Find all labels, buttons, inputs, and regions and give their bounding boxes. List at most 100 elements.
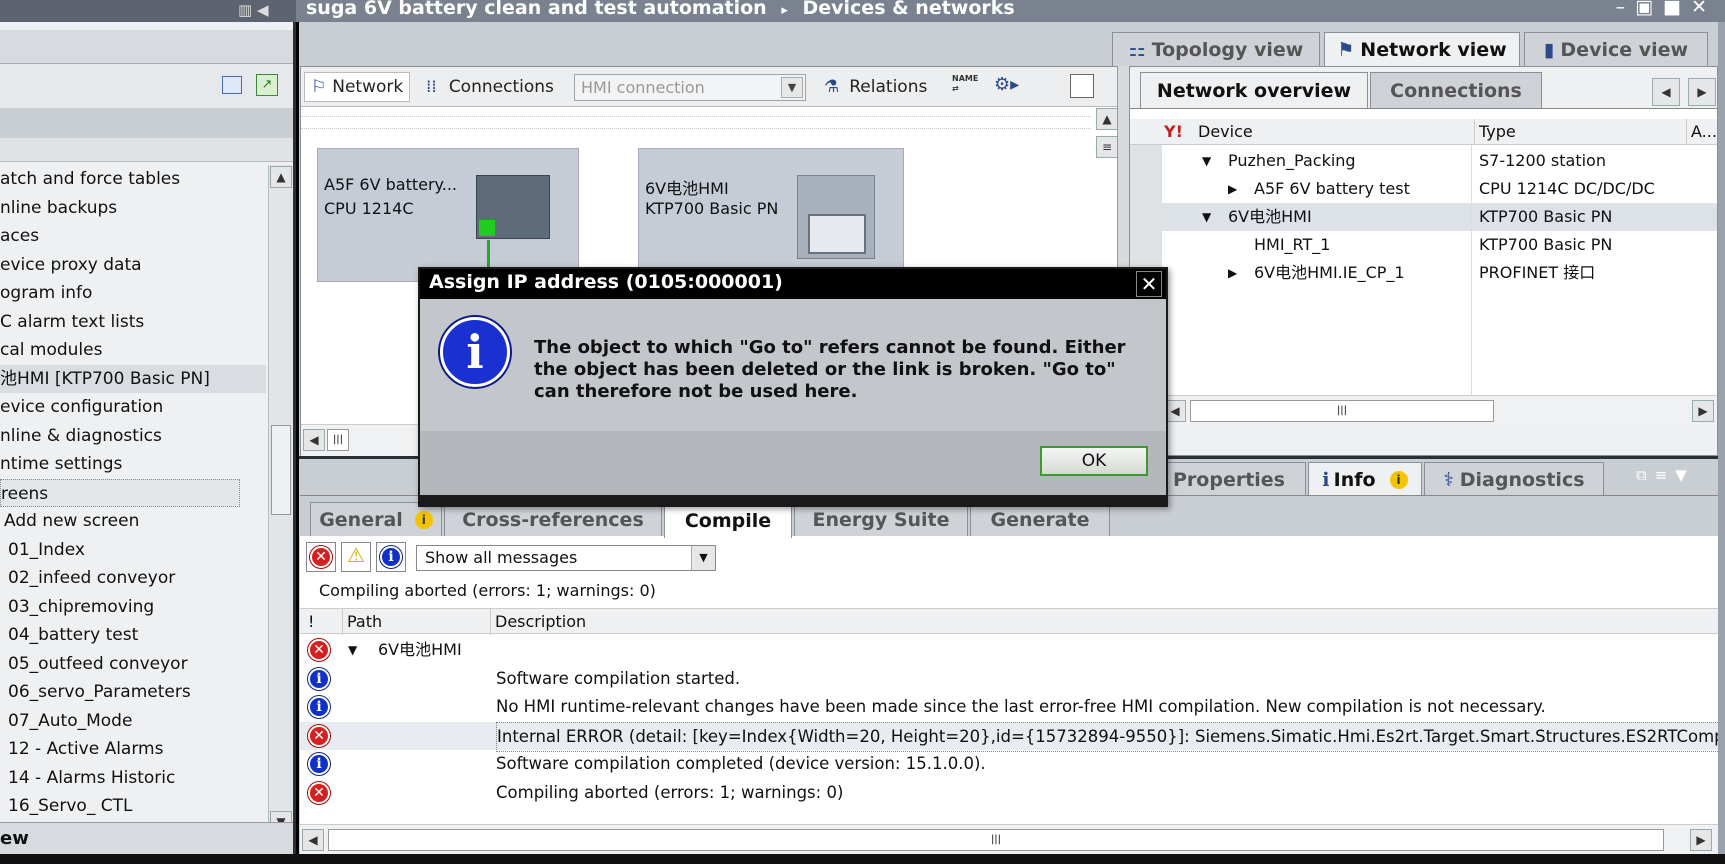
- messages-scroll-right-icon[interactable]: ▶: [1690, 829, 1712, 851]
- plc-device-box[interactable]: A5F 6V battery... CPU 1214C: [317, 148, 579, 282]
- tab-general[interactable]: General i: [310, 502, 442, 536]
- tree-item-screens[interactable]: reens: [0, 478, 240, 507]
- message-row[interactable]: i No HMI runtime-relevant changes have b…: [300, 693, 1720, 721]
- tab-overview-connections[interactable]: Connections: [1370, 72, 1542, 108]
- col-path[interactable]: Path: [342, 609, 382, 635]
- messages-hscroll[interactable]: ◀ ||| ▶: [300, 824, 1718, 854]
- overview-row[interactable]: HMI_RT_1 KTP700 Basic PN: [1162, 231, 1717, 259]
- tab-cross-references[interactable]: Cross-references: [444, 502, 662, 536]
- tree-footer[interactable]: ew: [0, 822, 293, 854]
- maximize-icon[interactable]: ■: [1663, 0, 1691, 18]
- message-row[interactable]: ✕ ▼ 6V电池HMI: [300, 636, 1720, 664]
- export-icon[interactable]: ↗: [256, 74, 278, 96]
- message-filter-select[interactable]: Show all messages ▼: [416, 545, 716, 571]
- tab-info[interactable]: ℹ Info i: [1308, 462, 1422, 496]
- close-window-icon[interactable]: ✕: [1691, 0, 1717, 18]
- scroll-up-icon[interactable]: ▲: [270, 166, 292, 188]
- canvas-overview-icon[interactable]: ≡: [1096, 136, 1118, 158]
- minimize-icon[interactable]: –: [1616, 0, 1636, 18]
- tree-item[interactable]: ogram info: [0, 279, 240, 307]
- tree-item-screen[interactable]: 04_battery test: [0, 621, 240, 649]
- hmi-device-box[interactable]: 6V电池HMI KTP700 Basic PN: [638, 148, 904, 282]
- expand-arrow-icon[interactable]: ▼: [1202, 203, 1211, 231]
- tab-network-overview[interactable]: Network overview: [1140, 72, 1368, 108]
- overview-tab-next-icon[interactable]: ▶: [1688, 78, 1716, 106]
- expand-arrow-icon[interactable]: ▼: [1202, 147, 1211, 175]
- tree-item[interactable]: evice configuration: [0, 393, 240, 421]
- overview-row[interactable]: ▶ 6V电池HMI.IE_CP_1 PROFINET 接口: [1162, 259, 1717, 287]
- overview-row-selected[interactable]: ▼ 6V电池HMI KTP700 Basic PN: [1162, 203, 1717, 231]
- tree-item-screen[interactable]: 07_Auto_Mode: [0, 707, 240, 735]
- canvas-scroll-up-icon[interactable]: ▲: [1096, 108, 1118, 130]
- tree-item[interactable]: ntime settings: [0, 450, 240, 478]
- profinet-port-icon[interactable]: [479, 220, 495, 236]
- tab-generate[interactable]: Generate: [970, 502, 1110, 536]
- dialog-close-icon[interactable]: ✕: [1136, 271, 1162, 297]
- overview-col-device[interactable]: Device: [1198, 119, 1253, 145]
- tab-diagnostics[interactable]: ⚕ Diagnostics: [1424, 462, 1604, 496]
- tree-item-screen[interactable]: 06_servo_Parameters: [0, 678, 240, 706]
- message-row[interactable]: i Software compilation started.: [300, 665, 1720, 693]
- filter-warnings-button[interactable]: ⚠: [341, 542, 371, 572]
- tree-item[interactable]: aces: [0, 222, 240, 250]
- tab-properties[interactable]: Properties: [1160, 462, 1306, 496]
- tab-topology-view[interactable]: ⚏ Topology view: [1112, 32, 1320, 66]
- tree-item[interactable]: nline backups: [0, 194, 240, 222]
- tab-network-view[interactable]: ⚑ Network view: [1324, 32, 1520, 66]
- tab-compile[interactable]: Compile: [664, 502, 792, 538]
- tree-item[interactable]: C alarm text lists: [0, 308, 240, 336]
- tab-device-view[interactable]: ▮ Device view: [1524, 32, 1708, 66]
- restore-icon[interactable]: ▣: [1635, 0, 1663, 18]
- expand-arrow-icon[interactable]: ▼: [348, 636, 357, 664]
- tree-item-screen[interactable]: 05_outfeed conveyor: [0, 650, 240, 678]
- overview-row[interactable]: ▼ Puzhen_Packing S7-1200 station: [1162, 147, 1717, 175]
- collapse-icon[interactable]: ▥ ◀: [238, 1, 268, 19]
- overview-scroll-right-icon[interactable]: ▶: [1692, 400, 1714, 422]
- col-flag[interactable]: !: [308, 609, 314, 635]
- name-icon[interactable]: NAME ⇄: [952, 74, 978, 98]
- overview-col-type[interactable]: Type: [1474, 119, 1516, 145]
- connections-button[interactable]: ⁞⁞ Connections: [426, 72, 554, 102]
- connection-type-select[interactable]: HMI connection ▼: [574, 74, 806, 101]
- overview-tab-prev-icon[interactable]: ◀: [1652, 78, 1680, 106]
- tree-item[interactable]: atch and force tables: [0, 165, 240, 193]
- tree-item-screen[interactable]: 12 - Active Alarms: [0, 735, 240, 763]
- tree-item-hmi-device[interactable]: 池HMI [KTP700 Basic PN]: [0, 364, 266, 393]
- filter-info-button[interactable]: i: [376, 542, 406, 572]
- tree-item-screen[interactable]: 16_Servo_ CTL: [0, 792, 240, 820]
- filter-errors-button[interactable]: ✕: [306, 542, 336, 572]
- overview-row[interactable]: ▶ A5F 6V battery test CPU 1214C DC/DC/DC: [1162, 175, 1717, 203]
- scroll-thumb[interactable]: [271, 425, 291, 515]
- message-row[interactable]: i Software compilation completed (device…: [300, 750, 1720, 778]
- tree-item[interactable]: nline & diagnostics: [0, 422, 240, 450]
- table-view-icon[interactable]: [222, 76, 242, 94]
- tree-item[interactable]: cal modules: [0, 336, 240, 364]
- col-description[interactable]: Description: [490, 609, 586, 635]
- dropdown-arrow-icon[interactable]: ▼: [781, 77, 803, 98]
- overview-hscroll[interactable]: ◀ ||| ▶: [1162, 395, 1717, 425]
- network-button[interactable]: ⚐ Network: [304, 72, 411, 102]
- expand-arrow-icon[interactable]: ▶: [1228, 259, 1237, 287]
- ok-button[interactable]: OK: [1040, 446, 1148, 476]
- messages-scroll-left-icon[interactable]: ◀: [302, 829, 324, 851]
- tab-energy-suite[interactable]: Energy Suite: [794, 502, 968, 536]
- tree-item-screen[interactable]: 01_Index: [0, 536, 240, 564]
- message-row[interactable]: ✕ Compiling aborted (errors: 1; warnings…: [300, 779, 1720, 807]
- inspector-window-controls[interactable]: ⧉≡▼: [1636, 466, 1695, 484]
- tree-item-screen[interactable]: 03_chipremoving: [0, 593, 240, 621]
- tree-item-screen[interactable]: 14 - Alarms Historic: [0, 764, 240, 792]
- tree-scrollbar[interactable]: ▲ ▼: [268, 165, 293, 835]
- tree-item-screen[interactable]: 02_infeed conveyor: [0, 564, 240, 592]
- tree-item[interactable]: evice proxy data: [0, 251, 240, 279]
- canvas-scroll-left-icon[interactable]: ◀: [303, 429, 325, 451]
- expand-arrow-icon[interactable]: ▶: [1228, 175, 1237, 203]
- overview-col-address[interactable]: A...: [1686, 119, 1717, 145]
- relations-button[interactable]: ⚗ Relations: [824, 72, 927, 102]
- layout-icon[interactable]: ⚙▸: [994, 74, 1022, 98]
- message-row-selected[interactable]: ✕ Internal ERROR (detail: [key=Index{Wid…: [300, 721, 1720, 752]
- messages-scroll-thumb[interactable]: |||: [328, 829, 1664, 851]
- tree-item-add-screen[interactable]: Add new screen: [0, 507, 240, 535]
- table-toggle-icon[interactable]: [1070, 74, 1094, 98]
- overview-scroll-thumb[interactable]: |||: [1190, 400, 1494, 422]
- filter-dropdown-icon[interactable]: ▼: [691, 546, 715, 570]
